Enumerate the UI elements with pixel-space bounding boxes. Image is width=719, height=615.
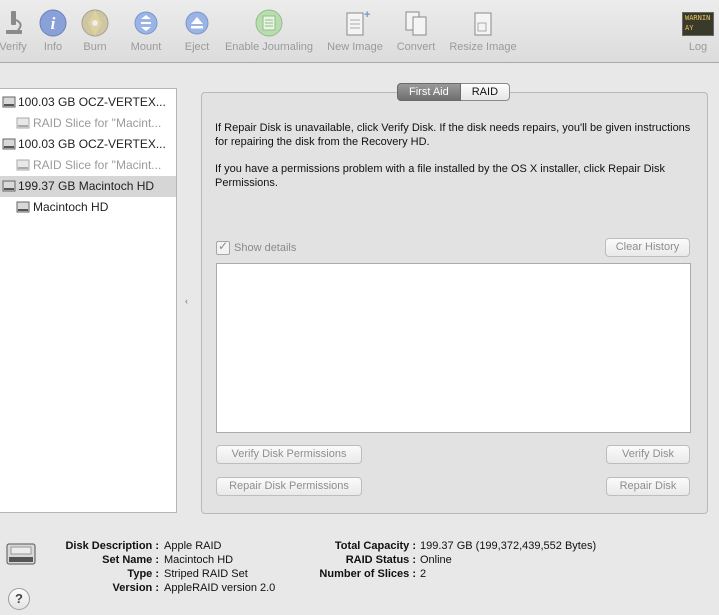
microscope-icon <box>6 11 22 34</box>
toolbar-label: Mount <box>130 41 162 53</box>
toolbar: Verify i Info Burn Mount Eject Enable Jo… <box>0 0 719 63</box>
log-line-2: AY 7:36 <box>685 24 702 35</box>
disk-sidebar[interactable]: 100.03 GB OCZ-VERTEX... RAID Slice for "… <box>0 88 177 513</box>
toolbar-label: Log <box>688 41 708 53</box>
sidebar-item-disk-2[interactable]: 100.03 GB OCZ-VERTEX... <box>0 134 176 155</box>
new-image-toolbar-button[interactable]: + New Image <box>325 0 385 62</box>
checkbox-box[interactable] <box>216 239 230 255</box>
svg-text:+: + <box>364 9 370 21</box>
repair-disk-permissions-button[interactable]: Repair Disk Permissions <box>216 477 362 496</box>
convert-icon <box>405 11 427 36</box>
resize-image-toolbar-button[interactable]: Resize Image <box>446 0 520 62</box>
toolbar-label: Enable Journaling <box>224 41 314 53</box>
tab-first-aid[interactable]: First Aid <box>397 83 461 101</box>
burn-toolbar-button[interactable]: Burn <box>73 0 117 62</box>
hard-drive-icon <box>2 96 16 108</box>
help-button[interactable]: ? <box>8 588 30 610</box>
svg-text:i: i <box>51 14 56 33</box>
version-label: Version : <box>112 582 159 594</box>
log-line-1: WARNIN <box>685 14 711 22</box>
raid-status-value: Online <box>420 554 452 566</box>
journaling-icon <box>255 9 283 37</box>
mount-toolbar-button[interactable]: Mount <box>124 0 168 62</box>
raid-disk-icon <box>6 543 36 565</box>
type-value: Striped RAID Set <box>164 568 248 580</box>
tab-raid[interactable]: RAID <box>460 83 511 101</box>
type-label: Type : <box>127 568 159 580</box>
sidebar-item-label: Macintoch HD <box>33 200 109 214</box>
enable-journaling-toolbar-button[interactable]: Enable Journaling <box>221 0 317 62</box>
show-details-label: Show details <box>234 242 297 254</box>
eject-icon <box>185 11 209 35</box>
set-name-label: Set Name : <box>102 554 159 566</box>
hard-drive-icon <box>2 138 16 150</box>
burn-icon <box>81 9 109 37</box>
verify-disk-button[interactable]: Verify Disk <box>606 445 690 464</box>
volume-icon <box>16 117 30 129</box>
sidebar-item-raid-set[interactable]: 199.37 GB Macintoch HD <box>0 176 176 197</box>
repair-disk-button[interactable]: Repair Disk <box>606 477 690 496</box>
eject-toolbar-button[interactable]: Eject <box>175 0 219 62</box>
split-view-handle[interactable]: ‹ <box>185 296 188 306</box>
sidebar-item-label: 100.03 GB OCZ-VERTEX... <box>18 137 166 151</box>
version-value: AppleRAID version 2.0 <box>164 582 276 594</box>
toolbar-label: Convert <box>396 41 436 53</box>
verify-disk-permissions-button[interactable]: Verify Disk Permissions <box>216 445 362 464</box>
number-of-slices-label: Number of Slices : <box>319 568 416 580</box>
info-toolbar-button[interactable]: i Info <box>31 0 75 62</box>
toolbar-label: Info <box>43 41 63 53</box>
first-aid-instructions-1: If Repair Disk is unavailable, click Ver… <box>215 122 691 148</box>
disk-description-label: Disk Description : <box>65 540 159 552</box>
sidebar-item-label: RAID Slice for "Macint... <box>33 116 162 130</box>
tab-bar: First Aid RAID <box>397 83 511 101</box>
raid-status-label: RAID Status : <box>345 554 416 566</box>
resize-image-icon <box>474 12 492 36</box>
sidebar-item-disk-1[interactable]: 100.03 GB OCZ-VERTEX... <box>0 92 176 113</box>
log-icon: WARNIN AY 7:36 <box>682 12 714 36</box>
set-name-value: Macintoch HD <box>164 554 234 566</box>
log-toolbar-button[interactable]: WARNIN AY 7:36 Log <box>678 0 718 62</box>
number-of-slices-value: 2 <box>420 568 427 580</box>
sidebar-item-raid-slice-1[interactable]: RAID Slice for "Macint... <box>0 113 176 134</box>
sidebar-item-volume[interactable]: Macintoch HD <box>0 197 176 218</box>
toolbar-label: Eject <box>184 41 210 53</box>
sidebar-item-label: RAID Slice for "Macint... <box>33 158 162 172</box>
new-image-icon: + <box>346 9 370 36</box>
info-icon: i <box>39 9 67 37</box>
show-details-checkbox[interactable]: Show details <box>216 239 297 256</box>
volume-icon <box>16 159 30 171</box>
toolbar-label: Burn <box>83 41 107 53</box>
disk-description-value: Apple RAID <box>164 540 222 552</box>
mount-icon <box>134 11 158 35</box>
convert-toolbar-button[interactable]: Convert <box>390 0 442 62</box>
toolbar-label: New Image <box>327 41 383 53</box>
toolbar-label: Resize Image <box>449 41 517 53</box>
total-capacity-label: Total Capacity : <box>334 540 416 552</box>
hard-drive-icon <box>2 180 16 192</box>
volume-icon <box>16 201 30 213</box>
sidebar-item-label: 100.03 GB OCZ-VERTEX... <box>18 95 166 109</box>
first-aid-instructions-2: If you have a permissions problem with a… <box>215 163 665 189</box>
first-aid-log-area[interactable] <box>216 263 691 433</box>
sidebar-item-label: 199.37 GB Macintoch HD <box>18 179 155 193</box>
clear-history-button[interactable]: Clear History <box>605 238 690 257</box>
sidebar-item-raid-slice-2[interactable]: RAID Slice for "Macint... <box>0 155 176 176</box>
total-capacity-value: 199.37 GB (199,372,439,552 Bytes) <box>420 540 597 552</box>
